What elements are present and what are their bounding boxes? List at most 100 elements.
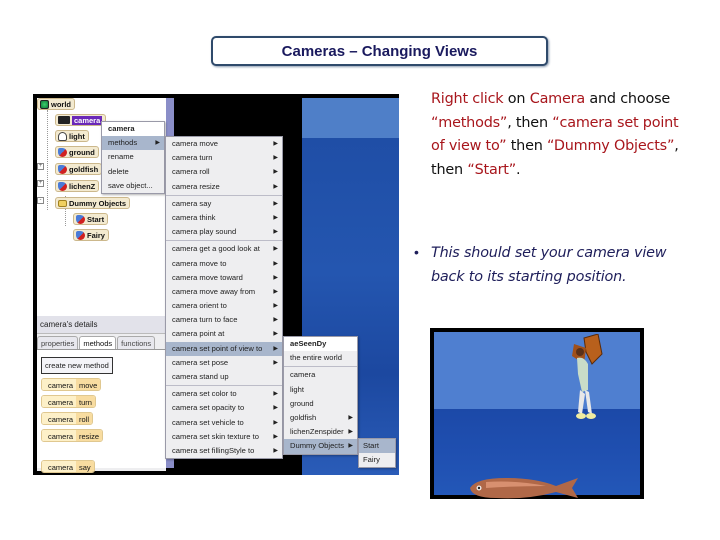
tree-node-label: Start [87,214,105,224]
menu-item-camera-turn[interactable]: camera turn ▶ [166,151,282,165]
details-header: camera's details [37,316,166,334]
method-tile-roll[interactable]: camera roll [41,412,94,425]
menu-item-label: camera set pose [172,357,229,367]
collapse-dummy-objects-icon[interactable]: - [37,197,44,204]
menu-item-camera-turn-to-face[interactable]: camera turn to face ▶ [166,313,282,327]
tree-node-label: ground [69,147,95,157]
menu-item-label: the entire world [290,353,342,363]
tile-object: camera [42,379,77,390]
menu-item-camera-set-fillingStyle-to[interactable]: camera set fillingStyle to ▶ [166,444,282,458]
tab-properties[interactable]: properties [37,336,79,349]
menu-item-camera-point-at[interactable]: camera point at ▶ [166,327,282,341]
tree-node-fairy[interactable]: Fairy [73,229,109,241]
target-menu-header: aeSeenDy [284,337,357,352]
point-of-view-target-menu: aeSeenDy the entire world camera light groun… [283,336,358,455]
menu-item-goldfish[interactable]: goldfish ▶ [284,411,357,425]
menu-item-label: Dummy Objects [290,441,345,451]
menu-item-camera-set-vehicle-to[interactable]: camera set vehicle to ▶ [166,416,282,430]
menu-item-camera-move-away-from[interactable]: camera move away from ▶ [166,285,282,299]
submenu-arrow-icon: ▶ [273,229,278,236]
menu-item-camera-stand-up[interactable]: camera stand up [166,370,282,384]
menu-item-label: camera turn to face [172,315,238,325]
object-icon [76,214,85,224]
tree-node-camera[interactable]: camera [55,114,107,126]
tile-method: roll [76,413,93,424]
menu-item-camera-say[interactable]: camera say ▶ [166,197,282,211]
menu-item-camera-set-point-of-view-to[interactable]: camera set point of view to ▶ [166,341,282,356]
tile-method: turn [76,396,95,407]
submenu-arrow-icon: ▶ [273,141,278,147]
method-tile-say[interactable]: camera say [41,460,95,473]
submenu-arrow-icon: ▶ [273,288,278,295]
menu-item-fairy[interactable]: Fairy [359,453,395,467]
highlighted-text: “Dummy Objects” [547,138,675,154]
tree-node-goldfish[interactable]: goldfish [55,163,103,175]
tree-node-dummy-objects[interactable]: Dummy Objects [55,197,131,209]
menu-item-camera-think[interactable]: camera think ▶ [166,211,282,225]
menu-item-ground[interactable]: ground [284,397,357,411]
submenu-arrow-icon: ▶ [273,169,278,176]
method-tile-move[interactable]: camera move [41,378,102,391]
menu-item-label: camera set color to [172,389,237,399]
tree-node-ground[interactable]: ground [55,146,99,158]
menu-item-methods[interactable]: methods ▶ [102,136,164,151]
tab-functions[interactable]: functions [117,336,156,349]
menu-item-camera-resize[interactable]: camera resize ▶ [166,180,282,194]
menu-item-label: camera set fillingStyle to [172,445,255,455]
text-span: then [506,138,548,154]
menu-item-label: Start [363,441,380,450]
tree-node-world[interactable]: world [37,98,75,110]
menu-item-camera-move-toward[interactable]: camera move toward ▶ [166,271,282,285]
menu-item-label: camera say [172,198,212,208]
camera-icon [58,116,70,124]
menu-item-camera-roll[interactable]: camera roll ▶ [166,165,282,179]
details-tabs: properties methods functions [37,336,166,350]
object-icon [58,147,67,157]
menu-item-label: rename [108,152,134,162]
menu-item-entire-world[interactable]: the entire world [284,351,357,365]
expand-goldfish-icon[interactable]: + [37,163,44,170]
method-tile-turn[interactable]: camera turn [41,395,96,408]
tile-object: camera [42,461,77,472]
menu-item-camera-play-sound[interactable]: camera play sound ▶ [166,225,282,239]
submenu-arrow-icon: ▶ [273,359,278,366]
menu-item-start[interactable]: Start [359,439,395,454]
create-new-method-button[interactable]: create new method [41,357,113,374]
tree-node-start[interactable]: Start [73,213,109,225]
submenu-arrow-icon: ▶ [348,443,353,450]
menu-item-camera-set-skin-texture-to[interactable]: camera set skin texture to ▶ [166,430,282,444]
menu-item-camera-get-a-good-look-at[interactable]: camera get a good look at ▶ [166,242,282,256]
menu-item-label: light [290,384,304,394]
tile-object: camera [42,430,77,441]
menu-item-label: camera think [172,212,216,222]
bullet-icon: • [414,244,419,260]
context-menu: camera methods ▶ rename delete save object... [101,121,165,194]
tree-node-light[interactable]: light [55,130,89,142]
menu-item-label: methods [108,138,138,148]
menu-item-camera-move[interactable]: camera move ▶ [166,137,282,151]
submenu-arrow-icon: ▶ [273,200,278,207]
tab-methods[interactable]: methods [79,336,117,349]
menu-separator [166,385,282,387]
menu-item-camera-set-pose[interactable]: camera set pose ▶ [166,356,282,370]
menu-item-camera-orient-to[interactable]: camera orient to ▶ [166,299,282,313]
menu-item-label: camera roll [172,167,210,177]
menu-item-delete[interactable]: delete [102,165,164,179]
menu-item-lichenZenspider[interactable]: lichenZenspider ▶ [284,425,357,439]
menu-item-camera-set-opacity-to[interactable]: camera set opacity to ▶ [166,401,282,415]
tile-method: say [76,461,94,472]
menu-item-camera-set-color-to[interactable]: camera set color to ▶ [166,387,282,401]
menu-item-light[interactable]: light [284,383,357,397]
tree-node-lichenz[interactable]: lichenZ [55,180,100,192]
tile-object: camera [42,413,77,424]
tile-method: resize [76,430,103,441]
expand-lichen-icon[interactable]: + [37,180,44,187]
menu-item-rename[interactable]: rename [102,150,164,164]
menu-item-camera-move-to[interactable]: camera move to ▶ [166,257,282,271]
menu-item-save-object-[interactable]: save object... [102,179,164,193]
menu-item-Dummy-Objects[interactable]: Dummy Objects ▶ [284,439,357,454]
menu-item-camera[interactable]: camera [284,368,357,382]
scene-preview-image [430,328,644,499]
method-tile-resize[interactable]: camera resize [41,429,104,442]
tree-node-label: lichenZ [69,181,96,191]
